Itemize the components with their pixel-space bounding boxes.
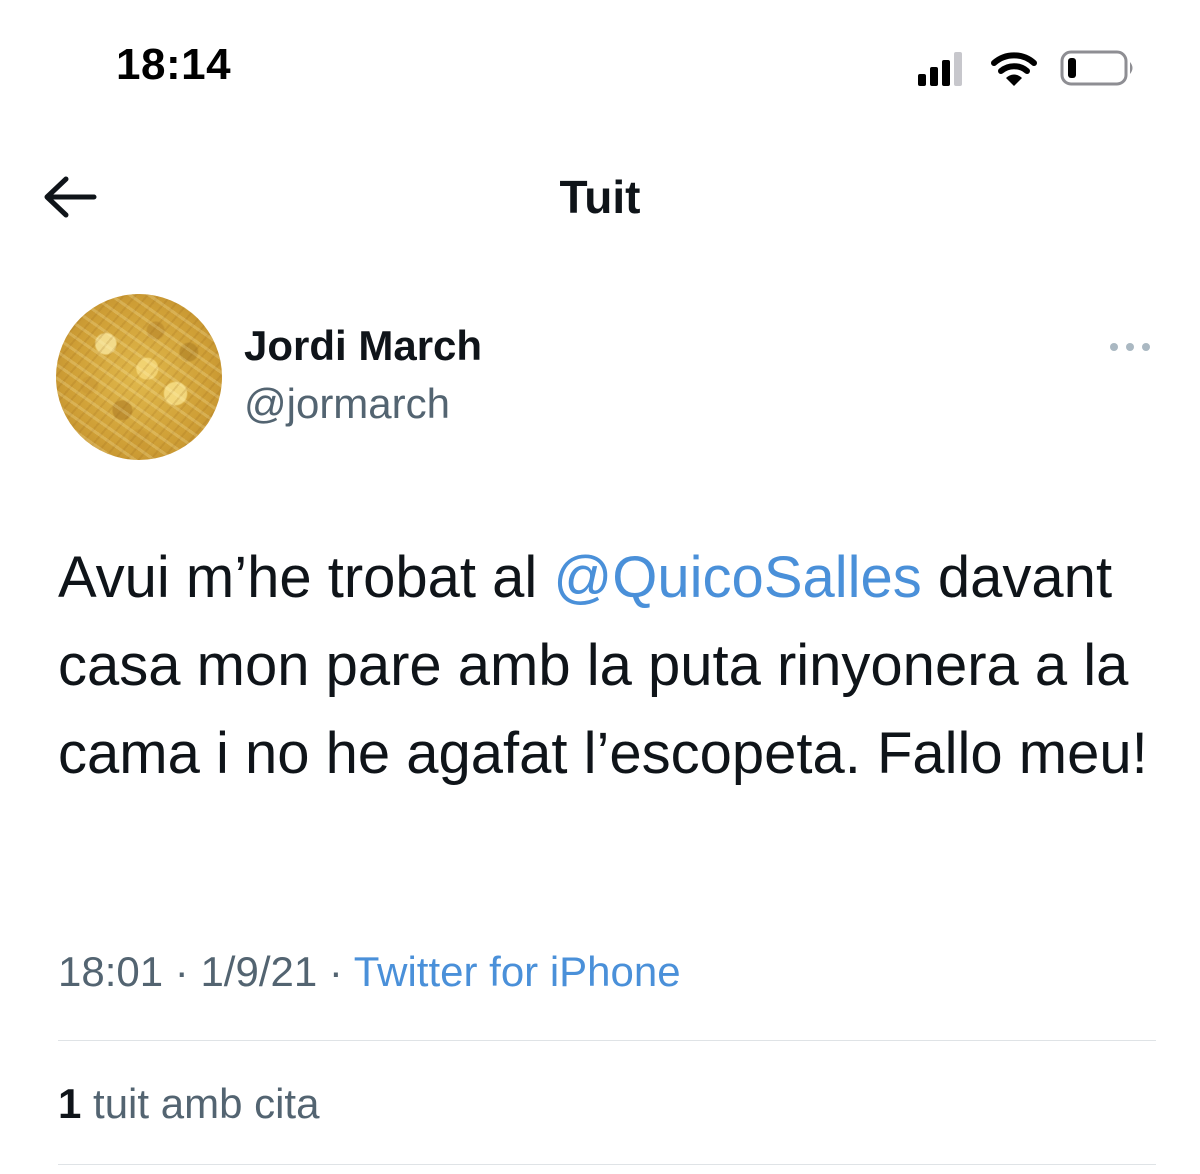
tweet-text: Avui m’he trobat al @QuicoSalles davant … [58, 534, 1148, 798]
quote-label: tuit amb cita [81, 1080, 320, 1127]
status-time: 18:14 [116, 40, 232, 89]
wifi-icon [991, 52, 1037, 86]
tweet-source-link[interactable]: Twitter for iPhone [354, 948, 681, 995]
battery-icon [1060, 50, 1133, 86]
tweet-meta: 18:01 · 1/9/21 · Twitter for iPhone [58, 948, 681, 996]
mention-link[interactable]: @QuicoSalles [553, 545, 921, 610]
tweet-date: 1/9/21 [200, 948, 318, 995]
author-name[interactable]: Jordi March [244, 322, 482, 370]
divider [58, 1164, 1156, 1165]
meta-separator: · [163, 948, 201, 995]
page-title: Tuit [559, 171, 641, 223]
divider [58, 1040, 1156, 1041]
avatar[interactable] [56, 294, 222, 460]
tweet-time: 18:01 [58, 948, 164, 995]
quote-count: 1 [58, 1080, 82, 1127]
more-dots-icon[interactable] [1106, 334, 1154, 360]
author-handle[interactable]: @jormarch [244, 380, 450, 428]
meta-separator: · [317, 948, 354, 995]
nav-bar: Tuit [0, 150, 1200, 246]
tweet-text-before: Avui m’he trobat al [58, 545, 554, 610]
cellular-signal-icon [918, 52, 962, 86]
quote-tweets-stat[interactable]: 1 tuit amb cita [58, 1080, 319, 1128]
status-bar: 18:14 [0, 0, 1200, 130]
